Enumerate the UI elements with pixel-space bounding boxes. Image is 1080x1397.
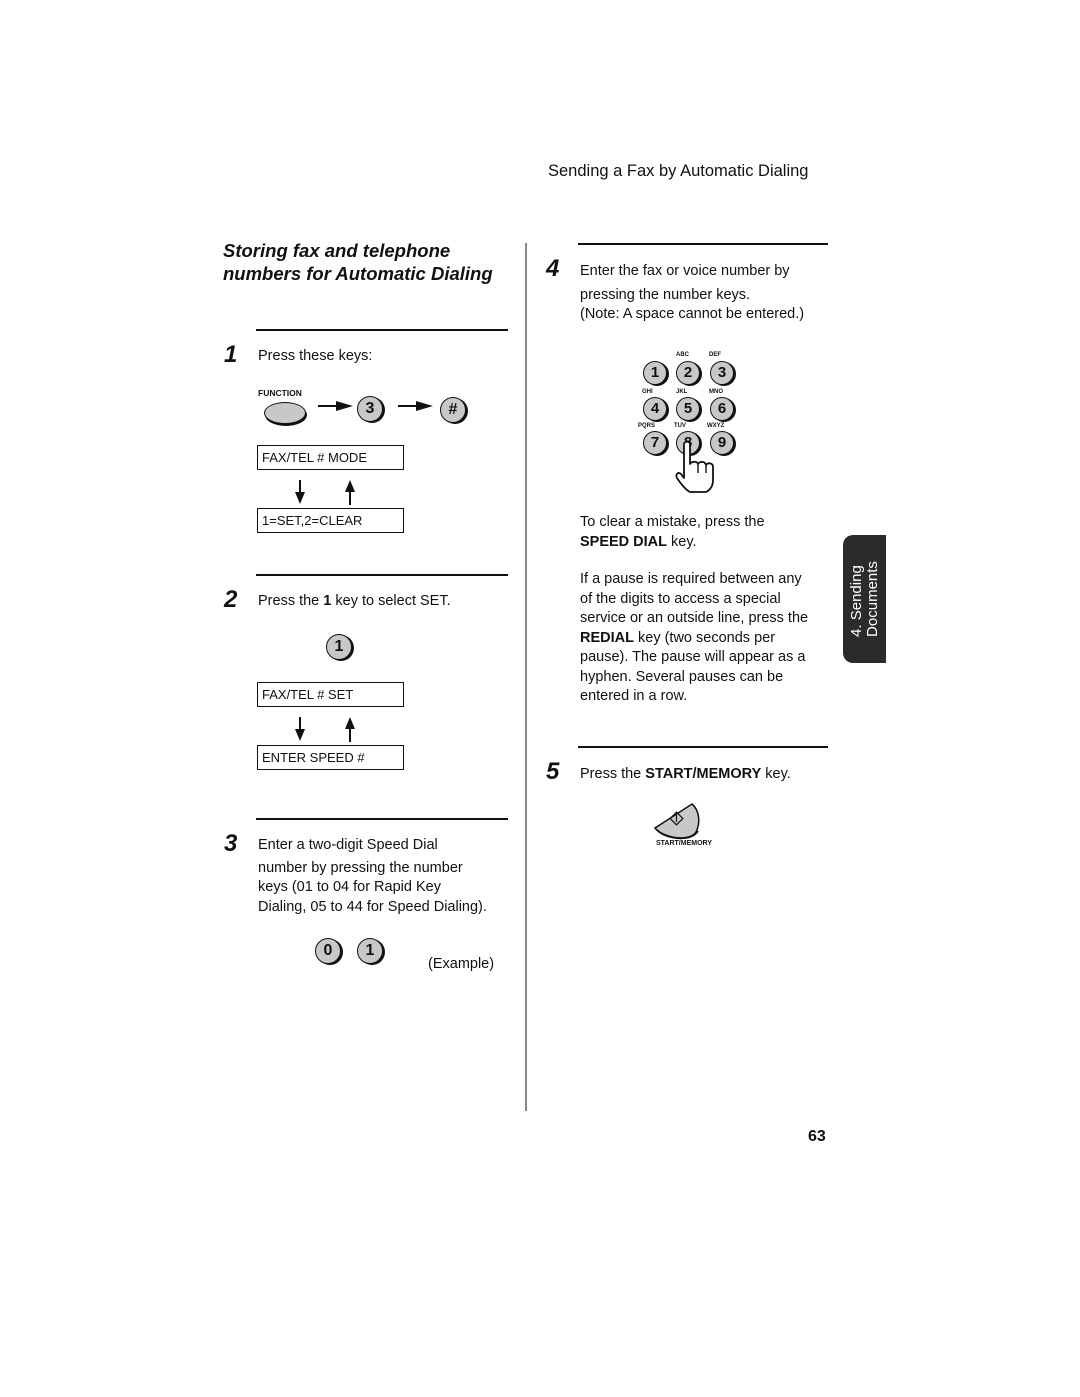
- step-3-line: keys (01 to 04 for Rapid Key: [258, 879, 441, 895]
- step-3-line: Enter a two-digit Speed Dial: [258, 837, 438, 853]
- start-memory-label: START/MEMORY: [656, 840, 712, 847]
- key-letters: DEF: [709, 352, 721, 358]
- key-5-icon: 5: [676, 397, 700, 421]
- step-3-line: Dialing, 05 to 44 for Speed Dialing).: [258, 898, 487, 915]
- number-keypad: ABC DEF 1 2 3 GHI JKL MNO 4 5 6 PQRS TUV…: [636, 352, 746, 502]
- lcd-display: FAX/TEL # SET: [257, 682, 404, 707]
- function-key-icon: [264, 402, 306, 424]
- key-0-icon: 0: [315, 938, 341, 964]
- key-4-icon: 4: [643, 397, 667, 421]
- step-1-rule: [256, 329, 508, 331]
- clear-text: To clear a mistake, press the: [580, 514, 765, 530]
- start-memory-key-name: START/MEMORY: [645, 766, 762, 782]
- pause-line: of the digits to access a special: [580, 590, 781, 607]
- pause-instructions: If a pause is required between any of th…: [580, 570, 830, 707]
- step-3-line: number by pressing the number: [258, 859, 463, 876]
- pause-line: service or an outside line, press the: [580, 610, 809, 626]
- key-1-icon: 1: [326, 634, 352, 660]
- scroll-arrows-icon: [295, 480, 355, 505]
- step-3-text: Enter a two-digit Speed Dial number by p…: [258, 836, 518, 917]
- redial-key-name: REDIAL: [580, 629, 634, 646]
- function-key-label: FUNCTION: [258, 388, 302, 398]
- key-1-icon: 1: [357, 938, 383, 964]
- pause-line: entered in a row.: [580, 688, 688, 704]
- step-1-text: Press these keys:: [258, 348, 373, 364]
- lcd-display: 1=SET,2=CLEAR: [257, 508, 404, 533]
- step-3-number: 3: [224, 830, 238, 857]
- pause-line: hyphen. Several pauses can be: [580, 668, 784, 685]
- chapter-tab-line2: Documents: [863, 561, 881, 637]
- key-letters: PQRS: [638, 423, 656, 429]
- step-1-number: 1: [224, 341, 238, 368]
- key-3-icon: 3: [710, 361, 734, 385]
- section-title: Storing fax and telephone numbers for Au…: [223, 240, 493, 284]
- clear-key-line: SPEED DIAL key.: [580, 533, 830, 553]
- page-number: 63: [808, 1128, 826, 1145]
- step-2-rule: [256, 574, 508, 576]
- lcd-display: ENTER SPEED #: [257, 745, 404, 770]
- step-3-rule: [256, 818, 508, 820]
- step-4-line: Enter the fax or voice number by: [580, 263, 790, 279]
- step-2-number: 2: [224, 586, 238, 613]
- key-letters: TUV: [674, 423, 686, 429]
- key-6-icon: 6: [710, 397, 734, 421]
- step-4-rule: [578, 243, 828, 245]
- arrow-right-icon: [398, 401, 433, 411]
- start-memory-key-icon: [653, 803, 700, 840]
- step-2-text-post: key to select SET.: [331, 593, 451, 609]
- step-5-rule: [578, 746, 828, 748]
- key-2-icon: 2: [676, 361, 700, 385]
- example-label: (Example): [428, 956, 495, 972]
- arrow-right-icon: [318, 401, 353, 411]
- chapter-tab-label: 4. Sending Documents: [847, 561, 881, 637]
- scroll-arrows-icon: [295, 717, 355, 742]
- step-2-text-pre: Press the: [258, 593, 324, 609]
- key-hash-icon: #: [440, 397, 466, 423]
- chapter-tab-line1: 4. Sending: [847, 565, 865, 637]
- running-header: Sending a Fax by Automatic Dialing: [548, 162, 809, 180]
- speed-dial-key-name: SPEED DIAL: [580, 533, 668, 550]
- clear-instructions: To clear a mistake, press the SPEED DIAL…: [580, 513, 830, 552]
- step-5-text: Press the START/MEMORY key.: [580, 765, 791, 785]
- pause-text: key (two seconds per: [633, 629, 776, 646]
- pause-line: If a pause is required between any: [580, 571, 802, 587]
- pointing-hand-icon: [675, 440, 714, 493]
- pause-line: pause). The pause will appear as a: [580, 649, 806, 665]
- key-7-icon: 7: [643, 431, 667, 455]
- step-4-line: (Note: A space cannot be entered.): [580, 306, 805, 322]
- step-4-text: Enter the fax or voice number by pressin…: [580, 262, 840, 325]
- step-5-number: 5: [546, 758, 560, 785]
- step-4-line: pressing the number keys.: [580, 286, 751, 303]
- step-5-text-pre: Press the: [580, 766, 646, 782]
- step-4-number: 4: [546, 255, 560, 282]
- column-divider: [525, 243, 527, 1111]
- key-letters: ABC: [676, 352, 689, 358]
- clear-text-post: key.: [667, 533, 697, 550]
- lcd-display: FAX/TEL # MODE: [257, 445, 404, 470]
- chapter-tab: 4. Sending Documents: [843, 535, 886, 663]
- key-1-icon: 1: [643, 361, 667, 385]
- key-letters: WXYZ: [707, 423, 725, 429]
- step-2-text: Press the 1 key to select SET.: [258, 592, 451, 612]
- key-letters: MNO: [709, 389, 723, 395]
- key-letters: JKL: [676, 389, 688, 395]
- key-3-icon: 3: [357, 396, 383, 422]
- key-letters: GHI: [642, 389, 653, 395]
- pause-line: REDIAL key (two seconds per: [580, 629, 830, 649]
- step-5-text-post: key.: [761, 766, 791, 782]
